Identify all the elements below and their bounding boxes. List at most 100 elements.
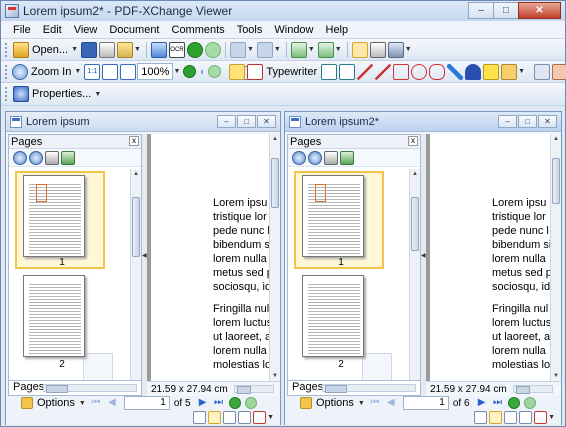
scroll-thumb[interactable] bbox=[552, 158, 560, 204]
scroll-up-icon[interactable]: ▲ bbox=[270, 134, 280, 144]
first-page-icon[interactable]: ⏮ bbox=[90, 397, 102, 409]
facing-icon[interactable] bbox=[504, 411, 518, 424]
page-number-input[interactable]: 1 bbox=[402, 396, 449, 410]
app-icon[interactable] bbox=[5, 4, 19, 18]
fit-page-icon[interactable] bbox=[102, 63, 119, 80]
single-page-icon[interactable] bbox=[193, 411, 207, 424]
document-view[interactable]: Lorem ipsu tristique lor pede nunc l bib… bbox=[426, 134, 550, 381]
chevron-down-icon[interactable]: ▼ bbox=[358, 400, 365, 407]
scroll-down-icon[interactable]: ▼ bbox=[551, 371, 561, 381]
menu-edit[interactable]: Edit bbox=[37, 24, 68, 36]
continuous-icon[interactable] bbox=[208, 411, 222, 424]
comments-pane-icon[interactable] bbox=[552, 63, 566, 80]
select-text-icon[interactable] bbox=[369, 41, 386, 58]
stamp-icon[interactable] bbox=[465, 63, 482, 80]
options-button[interactable]: Options bbox=[316, 397, 354, 409]
previous-page-icon[interactable]: ◀ bbox=[385, 397, 397, 409]
thumb-zoom-out-icon[interactable] bbox=[308, 150, 322, 165]
polygon-icon[interactable] bbox=[429, 63, 446, 80]
scroll-down-icon[interactable]: ▼ bbox=[270, 371, 280, 381]
chevron-down-icon[interactable]: ▼ bbox=[74, 68, 81, 75]
zoom-plus-icon[interactable] bbox=[208, 65, 222, 78]
page-thumbnail-2[interactable] bbox=[23, 275, 85, 357]
thumb-zoom-in-icon[interactable] bbox=[13, 150, 27, 165]
doc-minimize-button[interactable]: – bbox=[217, 115, 236, 128]
next-page-icon[interactable]: ▶ bbox=[197, 397, 209, 409]
scan-icon[interactable] bbox=[150, 41, 167, 58]
typewriter-icon[interactable] bbox=[247, 63, 264, 80]
forward-view-icon[interactable] bbox=[523, 397, 536, 409]
pencil-icon[interactable] bbox=[447, 63, 464, 80]
rectangle-icon[interactable] bbox=[393, 63, 410, 80]
export-pdf-icon[interactable] bbox=[253, 411, 267, 424]
pages-tab[interactable]: Pages bbox=[8, 381, 142, 396]
thumb-zoom-out-icon[interactable] bbox=[29, 150, 43, 165]
single-page-icon[interactable] bbox=[474, 411, 488, 424]
toolbar-grip[interactable] bbox=[5, 42, 8, 57]
chevron-down-icon[interactable]: ▼ bbox=[274, 46, 281, 53]
chevron-down-icon[interactable]: ▼ bbox=[405, 46, 412, 53]
scroll-thumb[interactable] bbox=[132, 197, 140, 257]
export-pdf-icon[interactable] bbox=[534, 411, 548, 424]
chevron-down-icon[interactable]: ▼ bbox=[518, 68, 525, 75]
document-text[interactable]: Lorem ipsu tristique lor pede nunc l bib… bbox=[492, 196, 550, 380]
chevron-down-icon[interactable]: ▼ bbox=[71, 46, 78, 53]
menu-window[interactable]: Window bbox=[268, 24, 319, 36]
scroll-up-icon[interactable]: ▲ bbox=[410, 169, 420, 179]
document-scrollbar[interactable]: ▲ ▼ bbox=[269, 134, 280, 381]
actual-size-icon[interactable]: 1:1 bbox=[84, 63, 101, 80]
toolbar-grip[interactable] bbox=[5, 64, 7, 79]
open-icon[interactable] bbox=[13, 41, 29, 58]
snapshot-icon[interactable] bbox=[387, 41, 404, 58]
pages-tab-label[interactable]: Pages bbox=[13, 381, 44, 393]
scroll-up-icon[interactable]: ▲ bbox=[131, 169, 141, 179]
doc-restore-button[interactable]: □ bbox=[518, 115, 537, 128]
last-page-icon[interactable]: ⏭ bbox=[492, 397, 504, 409]
open-button[interactable]: Open... bbox=[32, 44, 68, 56]
scroll-up-icon[interactable]: ▲ bbox=[551, 134, 561, 144]
fit-width-icon[interactable] bbox=[120, 63, 137, 80]
hand-tool-icon[interactable] bbox=[351, 41, 368, 58]
maximize-button[interactable]: □ bbox=[493, 2, 519, 19]
print-icon[interactable] bbox=[99, 41, 116, 58]
doc-close-button[interactable]: ✕ bbox=[257, 115, 276, 128]
copy-icon[interactable] bbox=[290, 41, 307, 58]
doc-minimize-button[interactable]: – bbox=[498, 115, 517, 128]
chevron-down-icon[interactable]: ▼ bbox=[267, 414, 274, 421]
properties-button[interactable]: Properties... bbox=[32, 88, 91, 100]
highlight-icon[interactable] bbox=[483, 63, 500, 80]
oval-icon[interactable] bbox=[411, 63, 428, 80]
chevron-down-icon[interactable]: ▼ bbox=[79, 400, 86, 407]
options-button[interactable]: Options bbox=[37, 397, 75, 409]
document-view[interactable]: Lorem ipsu tristique lor pede nunc l bib… bbox=[147, 134, 269, 381]
chevron-down-icon[interactable]: ▼ bbox=[173, 68, 180, 75]
redo-icon[interactable] bbox=[256, 41, 273, 58]
scroll-thumb[interactable] bbox=[411, 197, 419, 251]
zoom-level-combo[interactable]: 100% bbox=[137, 63, 174, 80]
callout-icon[interactable] bbox=[339, 63, 356, 80]
panel-horizontal-scrollbar[interactable] bbox=[43, 384, 137, 393]
continuous-icon[interactable] bbox=[489, 411, 503, 424]
menu-tools[interactable]: Tools bbox=[231, 24, 269, 36]
last-page-icon[interactable]: ⏭ bbox=[213, 397, 225, 409]
previous-page-icon[interactable]: ◀ bbox=[106, 397, 118, 409]
chevron-down-icon[interactable]: ▼ bbox=[548, 414, 555, 421]
thumb-zoom-in-icon[interactable] bbox=[292, 150, 306, 165]
page-thumbnail-1[interactable] bbox=[23, 175, 85, 257]
back-view-icon[interactable] bbox=[228, 397, 241, 409]
close-icon[interactable]: x bbox=[408, 136, 418, 146]
menu-file[interactable]: File bbox=[7, 24, 37, 36]
thumbnail-list[interactable]: 1 2 bbox=[288, 169, 410, 380]
doc-close-button[interactable]: ✕ bbox=[538, 115, 557, 128]
facing-icon[interactable] bbox=[223, 411, 237, 424]
arrow-icon[interactable] bbox=[375, 63, 392, 80]
document-horizontal-scrollbar[interactable] bbox=[512, 385, 553, 394]
chevron-down-icon[interactable]: ▼ bbox=[94, 91, 101, 98]
thumb-options-icon[interactable] bbox=[61, 150, 75, 165]
document-text[interactable]: Lorem ipsu tristique lor pede nunc l bib… bbox=[213, 196, 269, 380]
properties-icon[interactable] bbox=[13, 86, 29, 102]
undo-icon[interactable] bbox=[229, 41, 246, 58]
chevron-down-icon[interactable]: ▼ bbox=[134, 46, 141, 53]
thumb-options-icon[interactable] bbox=[340, 150, 354, 165]
zoom-in-button[interactable]: Zoom In bbox=[31, 66, 71, 78]
